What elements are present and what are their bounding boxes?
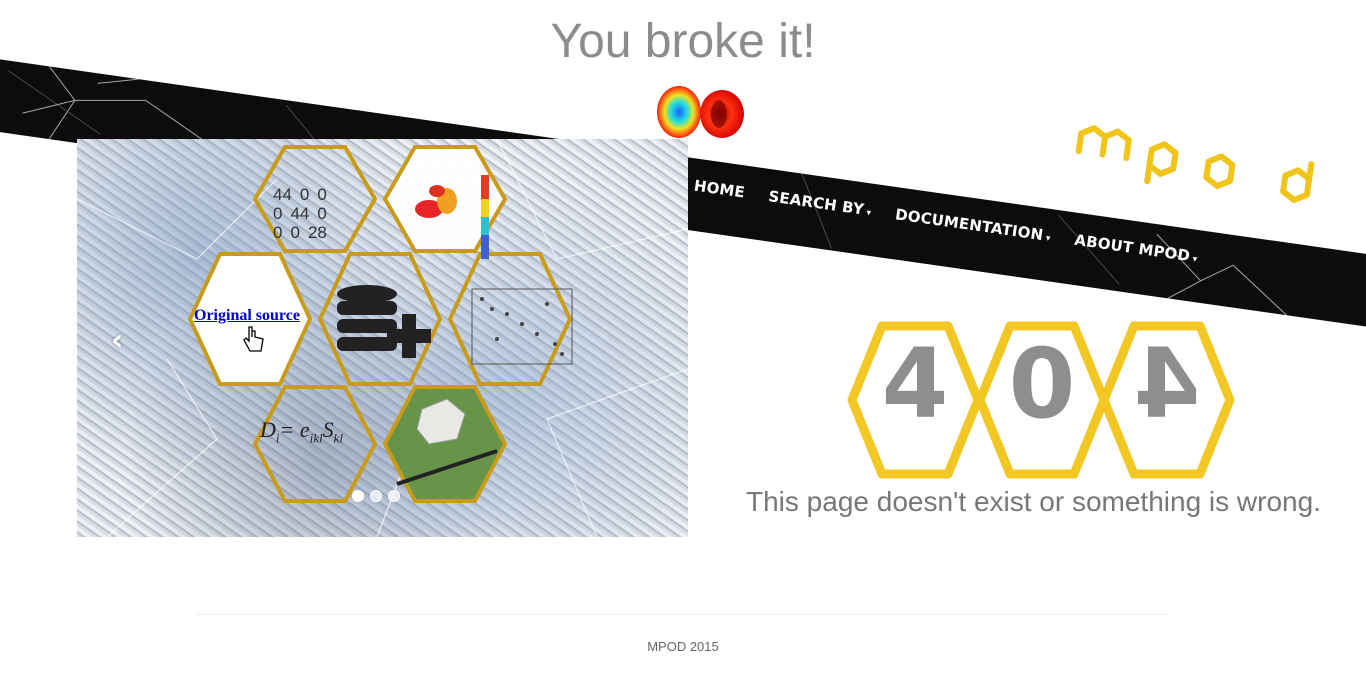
chevron-left-icon[interactable]: ‹ — [111, 323, 123, 358]
caret-down-icon: ▾ — [1191, 254, 1198, 266]
error-digit-mirrored: 4 — [1133, 328, 1201, 440]
matrix-cell: 44 — [290, 204, 310, 223]
matrix-cell: 0 — [317, 204, 327, 223]
matrix-cell: 0 — [273, 223, 283, 242]
error-digit: 4 — [881, 328, 949, 440]
tensor-matrix: 44 0 0 0 44 0 0 0 28 — [273, 185, 327, 242]
page: You broke it! HOME SEARCH BY▾ DOCUMENTAT… — [0, 0, 1366, 675]
carousel-slide-graphic — [77, 139, 688, 537]
formula-part: kl — [333, 430, 344, 446]
matrix-cell: 28 — [307, 223, 327, 242]
error-digit: 0 — [1008, 328, 1076, 440]
caret-down-icon: ▾ — [865, 208, 872, 219]
image-carousel[interactable]: 44 0 0 0 44 0 0 0 28 Original source Di= eiklS… — [77, 139, 688, 537]
carousel-indicator[interactable] — [388, 490, 400, 502]
matrix-cell: 44 — [273, 185, 292, 204]
formula-part: ikl — [309, 430, 323, 446]
formula-part: = e — [279, 417, 310, 442]
piezo-formula: Di= eiklSkl — [260, 417, 343, 446]
property-surface-logo-icon[interactable] — [655, 84, 747, 140]
formula-part: S — [322, 417, 334, 442]
hand-pointer-icon — [243, 326, 264, 352]
carousel-indicators — [352, 490, 400, 502]
matrix-cell: 0 — [317, 185, 327, 204]
matrix-cell: 0 — [290, 223, 300, 242]
matrix-cell: 0 — [299, 185, 310, 204]
formula-part: D — [260, 417, 276, 442]
error-message: This page doesn't exist or something is … — [746, 486, 1321, 517]
original-source-link[interactable]: Original source — [194, 307, 300, 325]
footer-divider — [197, 614, 1167, 615]
carousel-indicator[interactable] — [370, 490, 382, 502]
caret-down-icon: ▾ — [1045, 233, 1052, 245]
matrix-cell: 0 — [273, 204, 283, 223]
page-title: You broke it! — [550, 15, 816, 68]
footer-text: MPOD 2015 — [647, 639, 719, 654]
carousel-indicator[interactable] — [352, 490, 364, 502]
